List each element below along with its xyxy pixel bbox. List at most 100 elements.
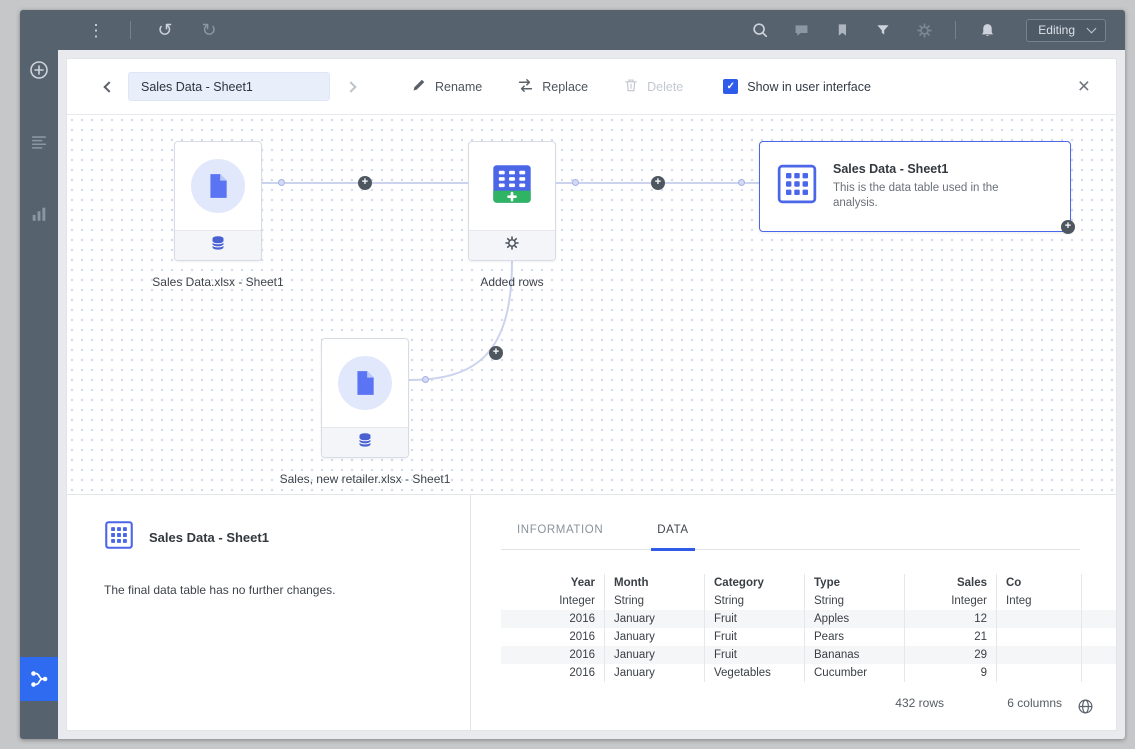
left-sidebar <box>20 50 58 739</box>
table-cell: 12 <box>905 610 997 628</box>
search-icon[interactable] <box>750 20 770 40</box>
globe-icon[interactable] <box>1077 698 1094 715</box>
table-icon <box>104 520 134 555</box>
redo-icon[interactable] <box>199 20 219 40</box>
toolbar-separator <box>130 21 131 39</box>
node-label: Sales, new retailer.xlsx - Sheet1 <box>255 472 475 486</box>
bookmark-icon[interactable] <box>832 20 852 40</box>
checkbox-icon <box>723 79 738 94</box>
tab-data[interactable]: DATA <box>657 524 688 549</box>
add-transformation-button[interactable] <box>1061 220 1075 234</box>
table-row: 2016JanuaryVegetablesCucumber9 <box>501 664 1116 682</box>
table-cell <box>997 628 1082 646</box>
table-cell: String <box>805 592 905 610</box>
table-cell: Co <box>997 574 1082 592</box>
data-canvas-panel: Rename Replace Delete <box>66 58 1117 731</box>
table-cell: 2016 <box>501 646 605 664</box>
undo-icon[interactable] <box>155 20 175 40</box>
final-node-description: This is the data table used in the analy… <box>833 181 1038 211</box>
rename-button[interactable]: Rename <box>411 77 482 96</box>
table-cell: Pears <box>805 628 905 646</box>
pages-icon[interactable] <box>29 132 49 152</box>
replace-button-label: Replace <box>542 80 588 94</box>
connector-port <box>422 376 429 383</box>
delete-button[interactable]: Delete <box>623 77 683 96</box>
replace-button[interactable]: Replace <box>517 77 588 97</box>
table-cell: Integer <box>905 592 997 610</box>
add-transformation-button[interactable] <box>489 346 503 360</box>
next-table-button[interactable] <box>345 81 356 92</box>
file-icon <box>191 159 245 213</box>
close-icon[interactable] <box>1078 76 1090 97</box>
details-pane: Sales Data - Sheet1 The final data table… <box>67 495 471 730</box>
table-row: 2016JanuaryFruitBananas29 <box>501 646 1116 664</box>
table-icon <box>776 163 818 210</box>
table-cell: String <box>605 592 705 610</box>
chevron-down-icon <box>1087 24 1097 34</box>
table-cell <box>997 610 1082 628</box>
table-cell: Integ <box>997 592 1082 610</box>
connector-port <box>572 179 579 186</box>
table-cell: Fruit <box>705 628 805 646</box>
table-cell: Fruit <box>705 610 805 628</box>
tab-information[interactable]: INFORMATION <box>517 524 603 549</box>
previous-table-button[interactable] <box>103 81 114 92</box>
connector-port <box>738 179 745 186</box>
node-final-table[interactable]: Sales Data - Sheet1 This is the data tab… <box>759 141 1071 232</box>
canvas-header: Rename Replace Delete <box>67 59 1116 115</box>
table-row: 2016JanuaryFruitApples12 <box>501 610 1116 628</box>
titlebar: Editing <box>20 10 1125 50</box>
gear-icon[interactable] <box>504 235 520 256</box>
mode-dropdown[interactable]: Editing <box>1026 19 1106 42</box>
table-cell: 2016 <box>501 664 605 682</box>
table-cell: Apples <box>805 610 905 628</box>
table-cell: January <box>605 610 705 628</box>
table-cell: 29 <box>905 646 997 664</box>
table-cell: Category <box>705 574 805 592</box>
table-cell: Cucumber <box>805 664 905 682</box>
table-row: 2016JanuaryFruitPears21 <box>501 628 1116 646</box>
trash-icon <box>623 77 639 96</box>
table-cell: Fruit <box>705 646 805 664</box>
table-name-input[interactable] <box>128 72 330 101</box>
add-transformation-button[interactable] <box>651 176 665 190</box>
comment-icon[interactable] <box>791 20 811 40</box>
data-table[interactable]: YearMonthCategoryTypeSalesCoIntegerStrin… <box>501 574 1116 682</box>
visualizations-icon[interactable] <box>29 204 49 224</box>
data-canvas-icon[interactable] <box>20 657 58 701</box>
table-cell: 9 <box>905 664 997 682</box>
table-header-row: YearMonthCategoryTypeSalesCo <box>501 574 1116 592</box>
add-transformation-button[interactable] <box>358 176 372 190</box>
settings-icon[interactable] <box>914 20 934 40</box>
notifications-icon[interactable] <box>977 20 997 40</box>
table-cell: January <box>605 628 705 646</box>
table-type-row: IntegerStringStringStringIntegerInteg <box>501 592 1116 610</box>
node-added-rows[interactable] <box>468 141 556 261</box>
table-cell <box>997 664 1082 682</box>
pencil-icon <box>411 77 427 96</box>
mode-dropdown-label: Editing <box>1038 23 1075 37</box>
table-cell: Year <box>501 574 605 592</box>
table-cell: Bananas <box>805 646 905 664</box>
node-label: Added rows <box>417 275 607 289</box>
desktop-background: Editing <box>0 0 1135 749</box>
table-cell: Vegetables <box>705 664 805 682</box>
app-window: Editing <box>20 10 1125 739</box>
toolbar-separator <box>955 21 956 39</box>
table-cell: 2016 <box>501 628 605 646</box>
table-cell: Sales <box>905 574 997 592</box>
details-title: Sales Data - Sheet1 <box>149 530 269 545</box>
add-icon[interactable] <box>29 60 49 80</box>
final-node-title: Sales Data - Sheet1 <box>833 162 1038 176</box>
kebab-menu-icon[interactable] <box>86 20 106 40</box>
show-in-ui-checkbox[interactable]: Show in user interface <box>723 79 871 94</box>
filter-icon[interactable] <box>873 20 893 40</box>
node-source-sales-data[interactable] <box>174 141 262 261</box>
node-source-new-retailer[interactable] <box>321 338 409 458</box>
content-area: Rename Replace Delete <box>58 50 1125 739</box>
datasource-icon <box>357 432 373 453</box>
connector-port <box>278 179 285 186</box>
table-cell: January <box>605 664 705 682</box>
data-canvas[interactable]: Sales Data.xlsx - Sheet1 <box>67 115 1116 495</box>
node-label: Sales Data.xlsx - Sheet1 <box>123 275 313 289</box>
